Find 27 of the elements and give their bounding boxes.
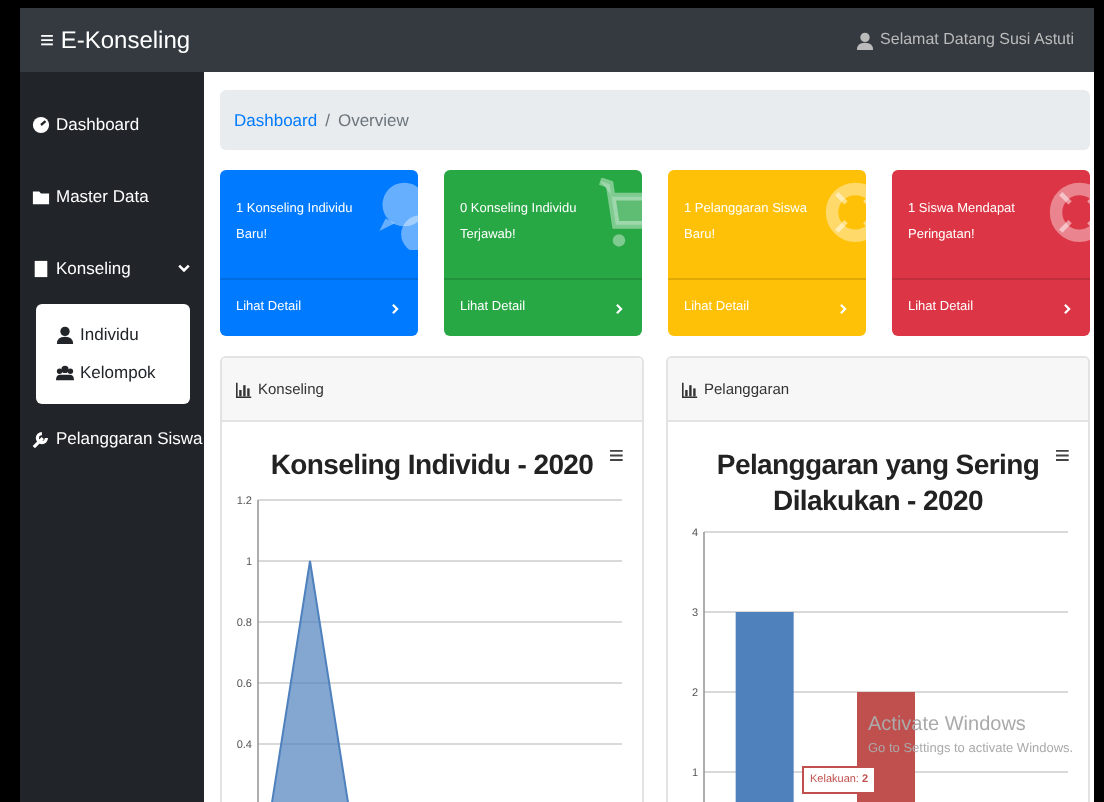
folder-icon (32, 187, 50, 205)
gauge-icon (32, 115, 50, 133)
chevron-icon (612, 301, 626, 315)
chart-title: Konseling Individu - 2020 (270, 446, 594, 483)
user-icon (56, 325, 74, 344)
submenu-item[interactable]: Individu (36, 316, 190, 354)
user-icon (856, 31, 875, 49)
book-icon (32, 259, 50, 277)
sidebar-item[interactable]: Dashboard (20, 88, 204, 160)
menu-icon[interactable]: ≡ (1054, 442, 1070, 468)
sidebar-item[interactable]: Konseling (20, 232, 204, 304)
chevron-icon (1060, 301, 1074, 315)
breadcrumb-current: Overview (337, 107, 409, 133)
chevron-icon (388, 301, 402, 315)
sidebar-item[interactable]: Master Data (20, 160, 204, 232)
menu-icon[interactable]: ≡ (608, 442, 624, 468)
greeting-text: Selamat Datang Susi Astuti (880, 28, 1074, 52)
breadcrumb-separator: / (325, 107, 330, 133)
brand-title[interactable]: ≡ E-Konseling (40, 22, 191, 58)
chart-title: Pelanggaran yang Sering Dilakukan - 2020 (716, 446, 1040, 519)
users-icon (56, 363, 74, 382)
chevron-icon (836, 301, 850, 315)
wrench-icon (32, 430, 50, 448)
chart-icon (236, 381, 252, 397)
sidebar-item[interactable]: Pelanggaran Siswa (20, 403, 204, 475)
chart-icon (682, 381, 698, 397)
submenu-item[interactable]: Kelompok (36, 353, 190, 391)
